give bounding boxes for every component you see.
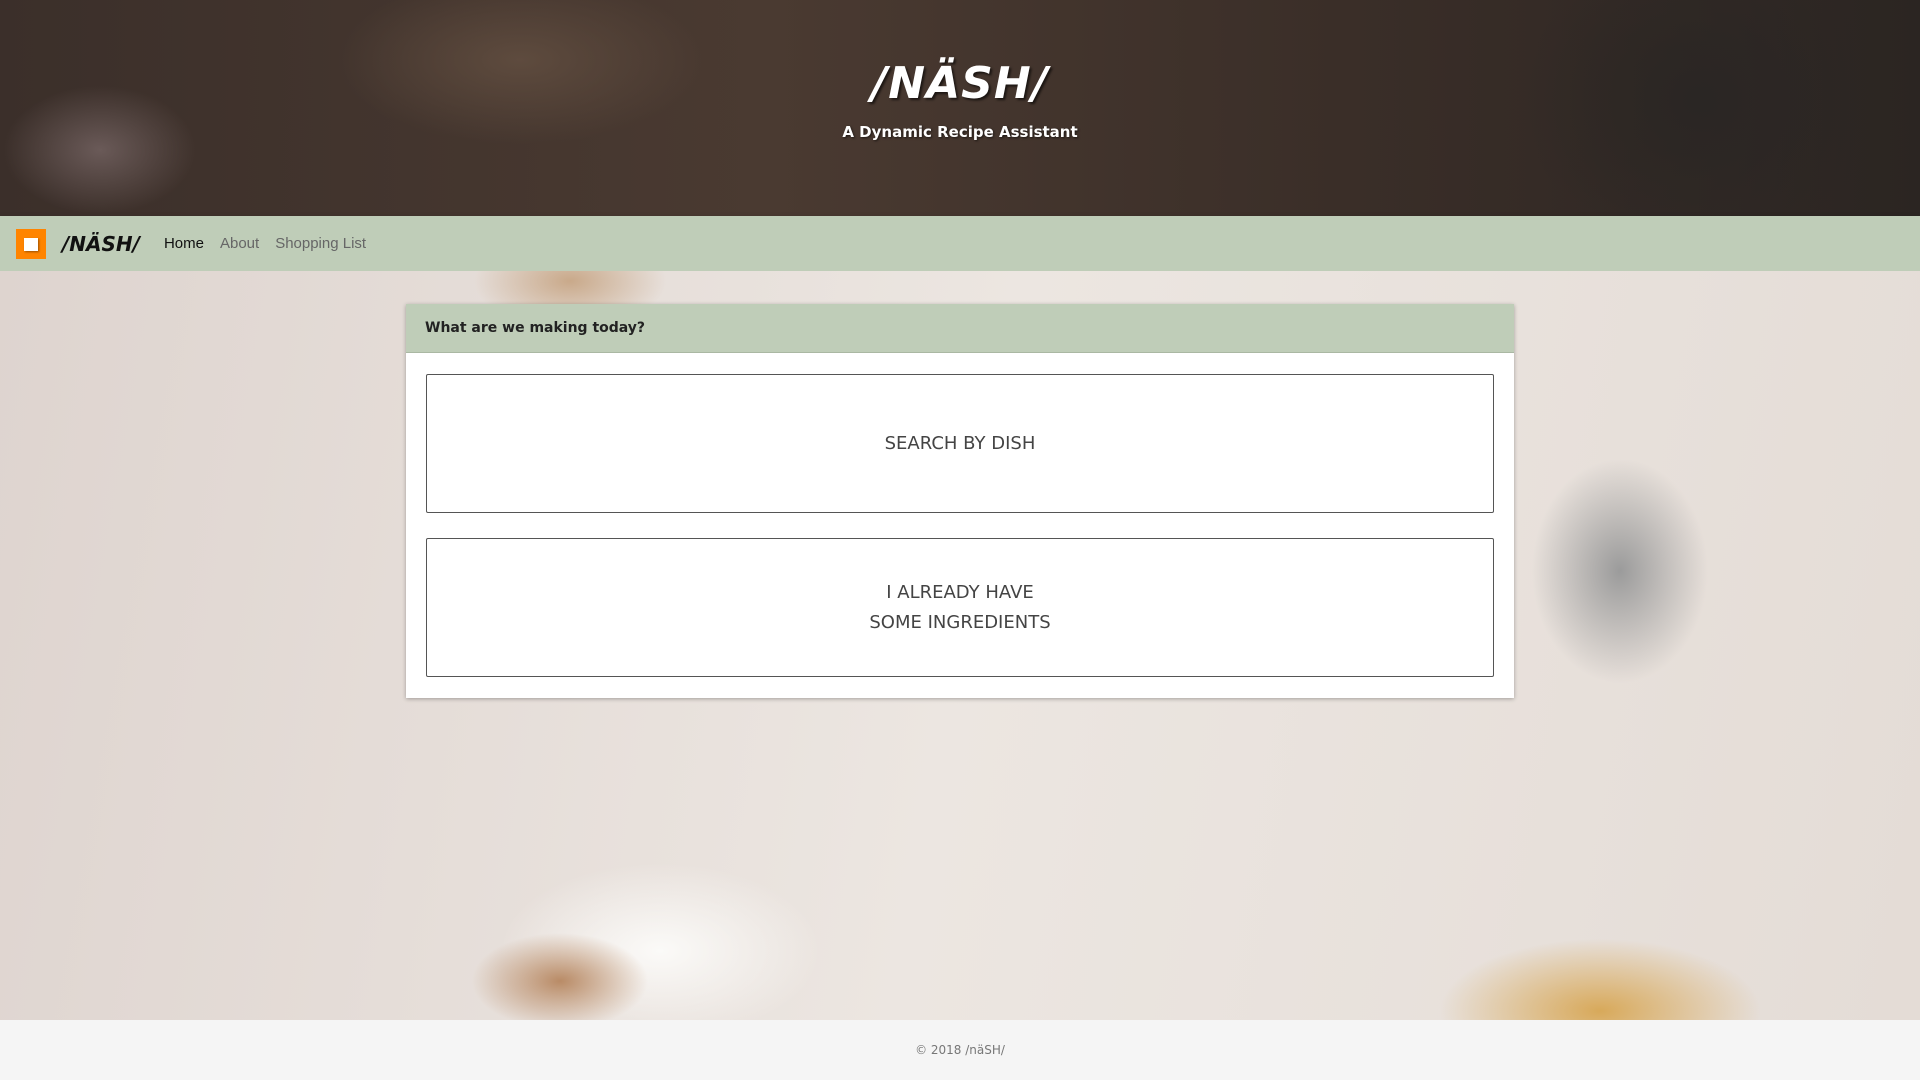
card-heading: What are we making today? xyxy=(406,304,1514,353)
button-label-line1: I ALREADY HAVE xyxy=(886,581,1034,603)
button-label-line2: SOME INGREDIENTS xyxy=(869,611,1051,633)
choice-card: What are we making today? SEARCH BY DISH… xyxy=(406,304,1514,698)
logo-icon[interactable] xyxy=(16,228,46,259)
have-ingredients-button[interactable]: I ALREADY HAVE SOME INGREDIENTS xyxy=(426,538,1494,677)
nav-about[interactable]: About xyxy=(220,235,259,252)
navbar: /NÄSH/ Home About Shopping List xyxy=(0,216,1920,271)
nav-shopping-list[interactable]: Shopping List xyxy=(275,235,366,252)
footer: © 2018 /näSH/ xyxy=(0,1020,1920,1080)
copyright: © 2018 /näSH/ xyxy=(915,1043,1005,1057)
hero-banner: /NÄSH/ A Dynamic Recipe Assistant xyxy=(0,0,1920,216)
hero-subtitle: A Dynamic Recipe Assistant xyxy=(842,123,1078,141)
search-by-dish-button[interactable]: SEARCH BY DISH xyxy=(426,374,1494,513)
nav-home[interactable]: Home xyxy=(164,235,204,252)
hero-title: /NÄSH/ xyxy=(871,58,1049,109)
button-label: SEARCH BY DISH xyxy=(884,432,1036,454)
brand-link[interactable]: /NÄSH/ xyxy=(62,232,140,256)
